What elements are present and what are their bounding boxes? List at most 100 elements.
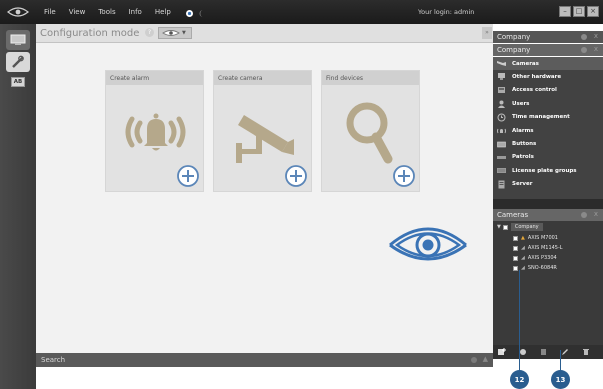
list-item-label: Other hardware (512, 74, 562, 81)
maximize-icon[interactable]: □ (573, 6, 585, 17)
company-panel-title: Company (497, 33, 531, 41)
panel-options-icon[interactable] (581, 47, 587, 53)
callout-leader-13 (560, 350, 561, 371)
create-camera-card[interactable]: Create camera (213, 70, 312, 192)
tree-checkbox[interactable] (513, 255, 518, 261)
door-icon (497, 86, 506, 94)
cameras-panel-title: Cameras (497, 211, 529, 219)
minimize-icon[interactable]: – (559, 6, 571, 17)
tree-checkbox[interactable] (513, 265, 518, 271)
monitor-icon (10, 34, 26, 45)
card-art (322, 85, 421, 191)
tree-checkbox[interactable] (513, 245, 518, 251)
close-icon[interactable]: × (587, 6, 599, 17)
monitor-icon (497, 73, 506, 81)
panel-options-icon[interactable] (581, 212, 587, 218)
rail-monitor-button[interactable] (6, 30, 30, 50)
window-controls: – □ × (559, 6, 599, 17)
panel-options-icon[interactable] (581, 34, 587, 40)
patrol-icon (497, 153, 506, 161)
list-item-patrols[interactable]: Patrols (493, 151, 603, 164)
left-rail: AB (0, 24, 36, 389)
page-title: Configuration mode (40, 28, 140, 39)
tree-item-label: AXIS M7001 (527, 235, 558, 241)
tree-root-company[interactable]: ▼ Company (497, 222, 543, 232)
create-alarm-card[interactable]: Create alarm (105, 70, 204, 192)
rail-ab-button[interactable]: AB (6, 72, 30, 92)
list-item-access-control[interactable]: Access control (493, 84, 603, 97)
card-title: Create alarm (106, 71, 203, 85)
list-item-server[interactable]: Server (493, 178, 603, 191)
eye-icon (162, 30, 180, 36)
menu-help[interactable]: Help (155, 8, 171, 16)
night-mode-icon[interactable] (198, 3, 206, 22)
list-item-label: Access control (512, 87, 557, 94)
camera-icon: ◢ (521, 245, 525, 251)
delete-trash-icon[interactable] (582, 348, 590, 356)
camera-add-icon[interactable] (519, 348, 527, 356)
collapse-panel-icon[interactable]: » (482, 27, 492, 39)
list-item-label: Server (512, 181, 533, 188)
panel-close-icon[interactable]: x (594, 45, 598, 53)
find-devices-card[interactable]: Find devices (321, 70, 420, 192)
list-item-label: License plate groups (512, 167, 577, 174)
edit-pencil-icon[interactable] (561, 348, 569, 356)
camera-icon (236, 115, 294, 163)
tree-checkbox[interactable] (502, 224, 508, 230)
tools-icon (12, 55, 24, 68)
tree-root-label: Company (510, 223, 543, 231)
menu-bar: File View Tools Info Help Your login: ad… (0, 0, 603, 24)
tree-checkbox[interactable] (513, 235, 518, 241)
menu-info[interactable]: Info (129, 8, 142, 16)
server-icon (497, 180, 506, 189)
add-icon (177, 165, 199, 187)
panel-separator (493, 199, 603, 209)
list-item-label: Time management (512, 114, 570, 121)
tree-item-camera-1[interactable]: ▲ AXIS M7001 (513, 233, 558, 243)
callout-12: 12 (510, 370, 529, 389)
company-subheader: Company x (493, 44, 603, 56)
panel-close-icon[interactable]: x (594, 210, 598, 218)
help-icon[interactable]: ? (145, 28, 154, 37)
tree-item-camera-3[interactable]: ◢ AXIS P3304 (513, 253, 557, 263)
day-mode-icon[interactable] (185, 3, 194, 22)
bottom-margin-right (493, 359, 603, 389)
tree-collapse-icon[interactable]: ▼ (497, 224, 501, 230)
list-item-label: Alarms (512, 127, 534, 134)
card-art (214, 85, 313, 191)
alarm-icon (497, 127, 506, 135)
login-status: Your login: admin (418, 8, 475, 16)
list-item-other-hardware[interactable]: Other hardware (493, 70, 603, 83)
list-item-users[interactable]: Users (493, 97, 603, 110)
list-item-time-management[interactable]: Time management (493, 111, 603, 124)
list-item-license-plate-groups[interactable]: License plate groups (493, 164, 603, 177)
magnifier-icon (346, 102, 393, 164)
menu-tools[interactable]: Tools (98, 8, 115, 16)
company-object-list: Cameras Other hardware Access control Us… (493, 57, 603, 199)
list-item-label: Buttons (512, 141, 537, 148)
camera-tree: ▼ Company ▲ AXIS M7001 ◢ AXIS M1145-L ◢ … (493, 221, 603, 345)
add-camera-icon[interactable] (498, 348, 506, 356)
rail-configuration-button[interactable] (6, 52, 30, 72)
tree-item-camera-2[interactable]: ◢ AXIS M1145-L (513, 243, 563, 253)
main-header: Configuration mode ? ▼ » (36, 24, 493, 43)
clock-icon (497, 113, 506, 122)
camera-status-icon: ▲ (521, 235, 525, 241)
main-menu: File View Tools Info Help (44, 8, 171, 16)
search-label: Search (41, 356, 66, 364)
tree-item-label: AXIS P3304 (527, 255, 557, 261)
list-item-alarms[interactable]: Alarms (493, 124, 603, 137)
search-settings-icon[interactable] (471, 357, 477, 363)
panel-close-icon[interactable]: x (594, 32, 598, 40)
brand-eye-icon (389, 227, 467, 261)
list-item-buttons[interactable]: Buttons (493, 137, 603, 150)
callout-13: 13 (551, 370, 570, 389)
search-bar[interactable]: Search ▲ (36, 353, 493, 367)
list-item-cameras[interactable]: Cameras (493, 57, 603, 71)
menu-file[interactable]: File (44, 8, 56, 16)
menu-view[interactable]: View (69, 8, 86, 16)
search-expand-icon[interactable]: ▲ (483, 355, 488, 363)
license-plate-icon (497, 167, 506, 175)
view-eye-dropdown[interactable]: ▼ (158, 27, 192, 39)
copy-icon[interactable] (540, 348, 548, 356)
